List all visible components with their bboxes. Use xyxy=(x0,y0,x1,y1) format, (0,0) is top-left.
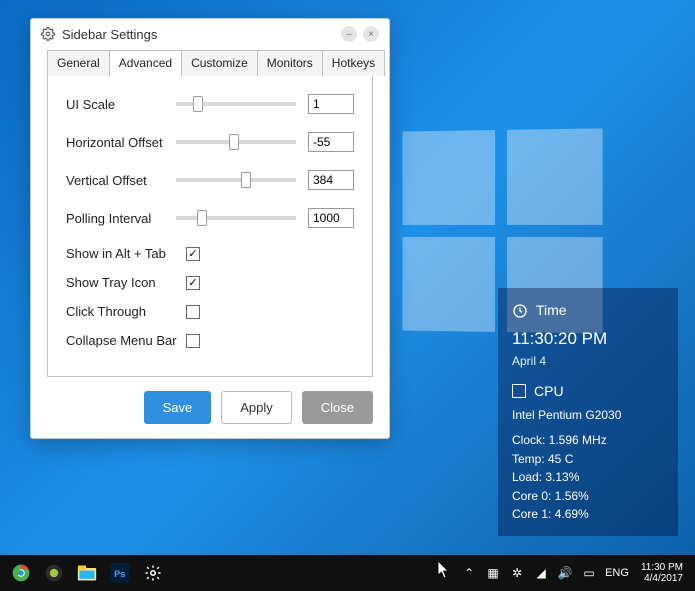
tab-monitors[interactable]: Monitors xyxy=(258,50,323,76)
settings-taskbar-icon[interactable] xyxy=(138,559,168,587)
tab-advanced[interactable]: Advanced xyxy=(110,50,182,76)
polling-interval-label: Polling Interval xyxy=(66,211,176,226)
settings-dialog: Sidebar Settings – × General Advanced Cu… xyxy=(30,18,390,439)
cpu-stat: Clock: 1.596 MHz xyxy=(512,431,664,450)
horizontal-offset-row: Horizontal Offset -55 xyxy=(66,132,354,152)
vertical-offset-value[interactable]: 384 xyxy=(308,170,354,190)
file-explorer-icon[interactable] xyxy=(72,559,102,587)
cpu-stat: Core 1: 4.69% xyxy=(512,505,664,524)
horizontal-offset-value[interactable]: -55 xyxy=(308,132,354,152)
vertical-offset-slider[interactable] xyxy=(176,178,296,182)
chrome-icon[interactable] xyxy=(6,559,36,587)
tab-hotkeys[interactable]: Hotkeys xyxy=(323,50,385,76)
tab-strip: General Advanced Customize Monitors Hotk… xyxy=(31,49,389,75)
vertical-offset-label: Vertical Offset xyxy=(66,173,176,188)
click-through-checkbox[interactable] xyxy=(186,305,200,319)
cpu-stat: Load: 3.13% xyxy=(512,468,664,487)
show-tray-icon-checkbox[interactable]: ✓ xyxy=(186,276,200,290)
slider-thumb[interactable] xyxy=(193,96,203,112)
tab-customize[interactable]: Customize xyxy=(182,50,258,76)
time-value: 11:30:20 PM xyxy=(512,326,664,352)
minimize-button[interactable]: – xyxy=(341,26,357,42)
horizontal-offset-label: Horizontal Offset xyxy=(66,135,176,150)
ui-scale-row: UI Scale 1 xyxy=(66,94,354,114)
titlebar[interactable]: Sidebar Settings – × xyxy=(31,19,389,49)
tray-network-icon[interactable]: ◢ xyxy=(533,565,549,581)
tab-general[interactable]: General xyxy=(47,50,110,76)
taskbar-date: 4/4/2017 xyxy=(641,573,683,585)
ui-scale-value[interactable]: 1 xyxy=(308,94,354,114)
close-window-button[interactable]: × xyxy=(363,26,379,42)
collapse-menu-bar-row: Collapse Menu Bar xyxy=(66,333,354,348)
show-alt-tab-label: Show in Alt + Tab xyxy=(66,246,186,261)
sidebar-widget: Time 11:30:20 PM April 4 CPU Intel Penti… xyxy=(498,288,678,536)
window-title: Sidebar Settings xyxy=(62,27,157,42)
show-tray-icon-row: Show Tray Icon ✓ xyxy=(66,275,354,290)
tray-security-icon[interactable]: ✲ xyxy=(509,565,525,581)
tray-volume-icon[interactable]: 🔊 xyxy=(557,565,573,581)
cpu-stat: Temp: 45 C xyxy=(512,450,664,469)
polling-interval-row: Polling Interval 1000 xyxy=(66,208,354,228)
cpu-section-header: CPU xyxy=(512,381,664,403)
time-label: Time xyxy=(536,300,567,322)
svg-text:Ps: Ps xyxy=(114,569,125,579)
slider-thumb[interactable] xyxy=(241,172,251,188)
time-section-header: Time xyxy=(512,300,664,322)
show-tray-icon-label: Show Tray Icon xyxy=(66,275,186,290)
save-button[interactable]: Save xyxy=(144,391,212,424)
slider-thumb[interactable] xyxy=(197,210,207,226)
show-alt-tab-checkbox[interactable]: ✓ xyxy=(186,247,200,261)
taskbar[interactable]: Ps ⌃ ▦ ✲ ◢ 🔊 ▭ ENG 11:30 PM 4/4/2017 xyxy=(0,555,695,591)
cpu-stat: Core 0: 1.56% xyxy=(512,487,664,506)
gear-icon xyxy=(41,27,55,41)
collapse-menu-bar-checkbox[interactable] xyxy=(186,334,200,348)
android-studio-icon[interactable] xyxy=(39,559,69,587)
horizontal-offset-slider[interactable] xyxy=(176,140,296,144)
collapse-menu-bar-label: Collapse Menu Bar xyxy=(66,333,186,348)
click-through-row: Click Through xyxy=(66,304,354,319)
slider-thumb[interactable] xyxy=(229,134,239,150)
taskbar-clock[interactable]: 11:30 PM 4/4/2017 xyxy=(637,562,687,585)
tray-action-center-icon[interactable]: ▭ xyxy=(581,565,597,581)
ui-scale-slider[interactable] xyxy=(176,102,296,106)
vertical-offset-row: Vertical Offset 384 xyxy=(66,170,354,190)
dialog-button-row: Save Apply Close xyxy=(31,391,389,438)
polling-interval-slider[interactable] xyxy=(176,216,296,220)
cpu-label: CPU xyxy=(534,381,564,403)
clock-icon xyxy=(512,303,528,319)
apply-button[interactable]: Apply xyxy=(221,391,292,424)
click-through-label: Click Through xyxy=(66,304,186,319)
photoshop-icon[interactable]: Ps xyxy=(105,559,135,587)
ui-scale-label: UI Scale xyxy=(66,97,176,112)
tray-app-icon[interactable]: ▦ xyxy=(485,565,501,581)
tab-panel-advanced: UI Scale 1 Horizontal Offset -55 Vertica… xyxy=(47,75,373,377)
tray-language[interactable]: ENG xyxy=(605,567,629,579)
show-alt-tab-row: Show in Alt + Tab ✓ xyxy=(66,246,354,261)
cpu-icon xyxy=(512,384,526,398)
date-value: April 4 xyxy=(512,352,664,371)
tray-chevron-icon[interactable]: ⌃ xyxy=(461,565,477,581)
cpu-name: Intel Pentium G2030 xyxy=(512,406,664,425)
taskbar-time: 11:30 PM xyxy=(641,562,683,574)
close-button[interactable]: Close xyxy=(302,391,373,424)
polling-interval-value[interactable]: 1000 xyxy=(308,208,354,228)
